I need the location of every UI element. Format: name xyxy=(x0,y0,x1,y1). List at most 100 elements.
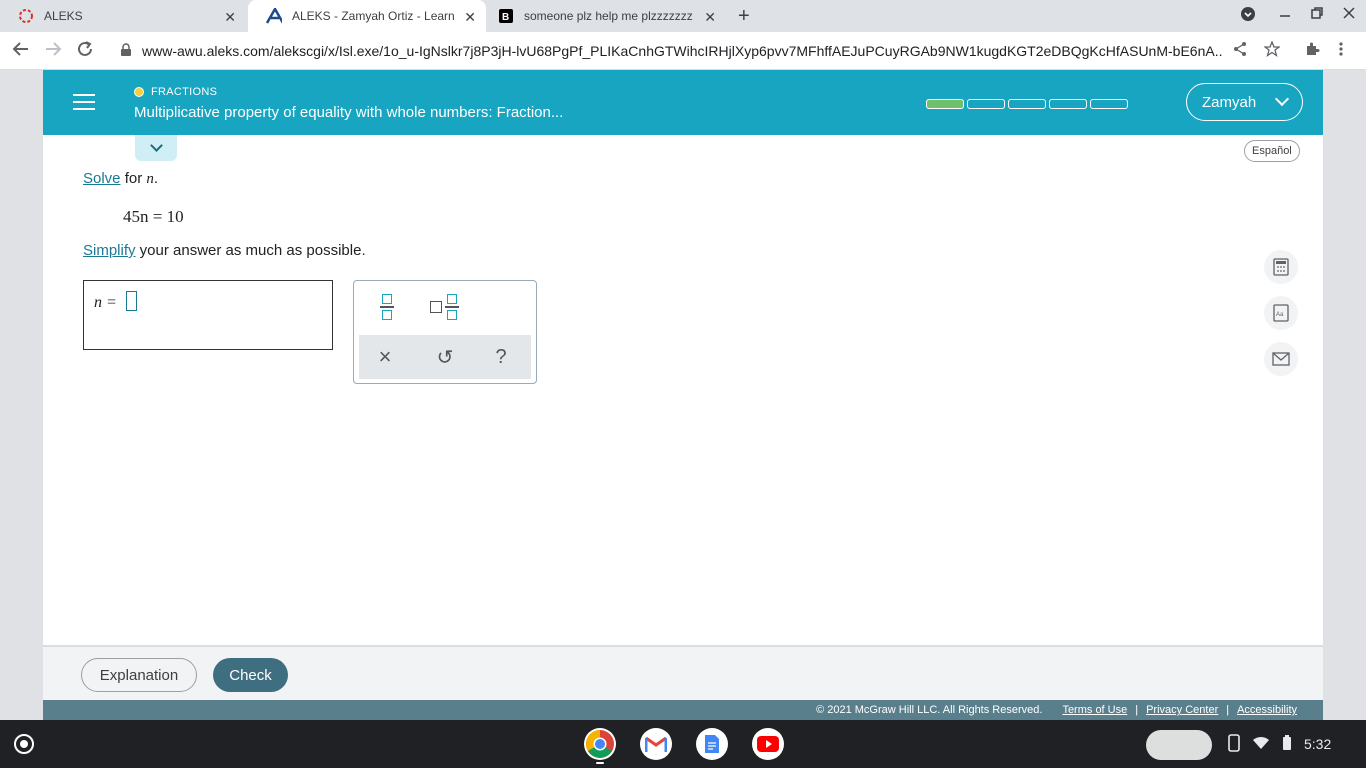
simplify-text: your answer as much as possible. xyxy=(135,242,366,259)
explanation-button[interactable]: Explanation xyxy=(81,658,197,692)
mixed-number-icon xyxy=(429,294,459,320)
hamburger-menu-icon[interactable] xyxy=(73,94,95,110)
message-button[interactable] xyxy=(1264,342,1298,376)
back-icon[interactable] xyxy=(10,40,32,63)
mail-icon xyxy=(1272,352,1290,366)
holding-space-tray[interactable] xyxy=(1146,730,1212,760)
restore-icon[interactable] xyxy=(1310,6,1324,23)
chevron-down-icon xyxy=(149,139,163,152)
help-button[interactable]: ? xyxy=(487,343,515,371)
url-text: www-awu.aleks.com/alekscgi/x/Isl.exe/1o_… xyxy=(142,43,1222,59)
progress-segment xyxy=(926,99,964,109)
tab-aleks[interactable]: ALEKS ✕ xyxy=(0,0,246,32)
accessibility-link[interactable]: Accessibility xyxy=(1237,704,1297,716)
terms-link[interactable]: Terms of Use xyxy=(1062,704,1127,716)
wifi-icon xyxy=(1252,736,1270,753)
progress-segment xyxy=(1008,99,1046,109)
minimize-icon[interactable] xyxy=(1278,6,1292,23)
status-tray[interactable]: 5:32 xyxy=(1228,732,1331,756)
youtube-icon[interactable] xyxy=(752,728,784,760)
topic-label: FRACTIONS xyxy=(134,86,217,98)
clear-button[interactable]: × xyxy=(371,343,399,371)
close-tab-icon[interactable]: ✕ xyxy=(704,9,716,26)
action-bar: Explanation Check xyxy=(43,645,1323,700)
calculator-icon xyxy=(1273,258,1289,276)
period: . xyxy=(153,170,159,187)
topic-name: FRACTIONS xyxy=(151,86,218,98)
new-tab-button[interactable]: + xyxy=(738,5,750,28)
check-button[interactable]: Check xyxy=(213,658,288,692)
lock-icon[interactable] xyxy=(120,42,132,60)
tab-aleks-learn[interactable]: ALEKS - Zamyah Ortiz - Learn ✕ xyxy=(248,0,486,32)
espanol-button[interactable]: Español xyxy=(1244,140,1300,162)
user-menu-button[interactable]: Zamyah xyxy=(1186,83,1303,121)
share-icon[interactable] xyxy=(1232,41,1248,62)
user-name: Zamyah xyxy=(1202,93,1257,111)
reload-icon[interactable] xyxy=(74,40,96,63)
close-window-icon[interactable] xyxy=(1342,6,1356,23)
tab-title: ALEKS xyxy=(44,9,83,23)
copyright-bar: © 2021 McGraw Hill LLC. All Rights Reser… xyxy=(43,700,1323,720)
chrome-icon[interactable] xyxy=(584,728,616,760)
aleks-loading-icon xyxy=(18,8,34,24)
battery-icon xyxy=(1282,734,1292,754)
address-bar[interactable]: www-awu.aleks.com/alekscgi/x/Isl.exe/1o_… xyxy=(106,36,1296,66)
svg-text:B: B xyxy=(502,12,509,23)
variable-n: n xyxy=(146,171,154,187)
answer-box[interactable]: n = xyxy=(83,280,333,350)
brainly-icon: B xyxy=(498,8,514,24)
fraction-button[interactable] xyxy=(374,291,400,323)
dictionary-icon: Aa xyxy=(1273,304,1289,322)
menu-more-icon[interactable] xyxy=(1338,41,1344,62)
copyright-text: © 2021 McGraw Hill LLC. All Rights Reser… xyxy=(816,704,1043,716)
tab-search-icon[interactable] xyxy=(1240,6,1256,25)
launcher-icon[interactable] xyxy=(14,734,34,754)
keypad-row-actions: × ↺ ? xyxy=(359,335,531,379)
bookmark-star-icon[interactable] xyxy=(1263,40,1281,62)
tab-title: someone plz help me plzzzzzzz xyxy=(524,9,693,23)
browser-toolbar: www-awu.aleks.com/alekscgi/x/Isl.exe/1o_… xyxy=(0,32,1366,70)
undo-button[interactable]: ↺ xyxy=(431,343,459,371)
tab-title: ALEKS - Zamyah Ortiz - Learn xyxy=(292,9,455,23)
mixed-number-button[interactable] xyxy=(426,291,462,323)
answer-input[interactable] xyxy=(126,291,137,311)
progress-bar xyxy=(926,99,1128,109)
active-app-indicator xyxy=(596,762,604,764)
keypad-row-templates xyxy=(354,281,536,333)
page-background: FRACTIONS Multiplicative property of equ… xyxy=(0,70,1366,720)
equation: 45n = 10 xyxy=(123,207,184,226)
progress-segment xyxy=(1049,99,1087,109)
privacy-link[interactable]: Privacy Center xyxy=(1146,704,1218,716)
simplify-instruction: Simplify your answer as much as possible… xyxy=(83,242,366,259)
question-prompt: Solve for n. xyxy=(83,170,158,188)
fraction-icon xyxy=(380,294,394,320)
clock-time: 5:32 xyxy=(1304,736,1332,752)
aleks-logo-icon xyxy=(266,8,282,24)
os-shelf: 5:32 xyxy=(0,720,1366,768)
forward-icon[interactable] xyxy=(42,40,64,63)
math-keypad: × ↺ ? xyxy=(353,280,537,384)
close-tab-icon[interactable]: ✕ xyxy=(464,9,476,26)
aleks-app: FRACTIONS Multiplicative property of equ… xyxy=(43,70,1323,720)
progress-segment xyxy=(967,99,1005,109)
gmail-icon[interactable] xyxy=(640,728,672,760)
lesson-title: Multiplicative property of equality with… xyxy=(134,104,564,121)
dictionary-button[interactable]: Aa xyxy=(1264,296,1298,330)
collapse-header-button[interactable] xyxy=(135,135,177,161)
extensions-icon[interactable] xyxy=(1304,41,1320,62)
solve-link[interactable]: Solve xyxy=(83,170,121,187)
phone-hub-icon[interactable] xyxy=(1228,733,1240,755)
topic-status-dot xyxy=(134,87,144,97)
close-tab-icon[interactable]: ✕ xyxy=(224,9,236,26)
lesson-header: FRACTIONS Multiplicative property of equ… xyxy=(43,70,1323,135)
separator: | xyxy=(1135,704,1139,716)
calculator-button[interactable] xyxy=(1264,250,1298,284)
chevron-down-icon xyxy=(1274,91,1290,107)
browser-tab-strip: ALEKS ✕ ALEKS - Zamyah Ortiz - Learn ✕ B… xyxy=(0,0,1366,32)
tab-brainly[interactable]: B someone plz help me plzzzzzzz ✕ xyxy=(488,0,726,32)
simplify-link[interactable]: Simplify xyxy=(83,242,136,259)
progress-segment xyxy=(1090,99,1128,109)
google-docs-icon[interactable] xyxy=(696,728,728,760)
for-text: for xyxy=(120,170,147,187)
separator: | xyxy=(1226,704,1230,716)
